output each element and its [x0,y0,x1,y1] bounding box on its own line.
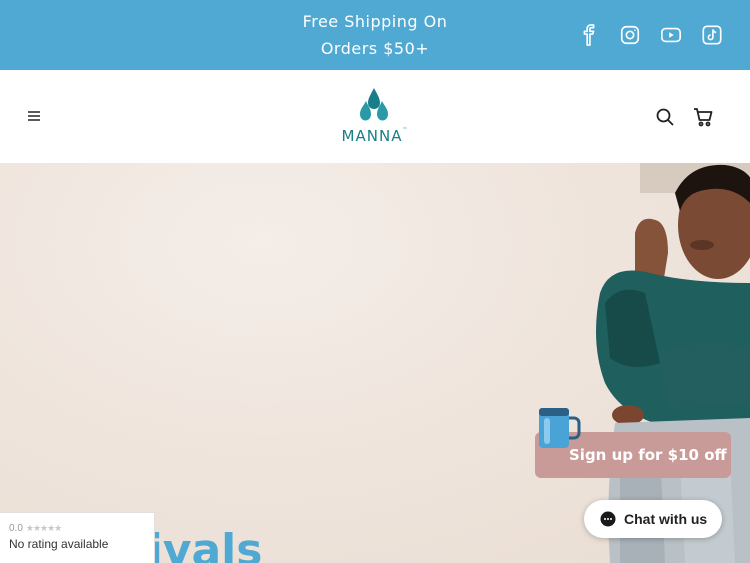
logo-wordmark: MANNA™ [341,127,409,145]
chat-label: Chat with us [624,511,708,527]
announcement-line-2: Orders $50+ [320,39,430,58]
instagram-icon[interactable] [619,24,641,46]
chat-button[interactable]: Chat with us [584,500,722,538]
star-rating-icon: ★★★★★ [25,523,62,533]
facebook-icon[interactable] [578,24,600,46]
manna-logo[interactable]: MANNA™ [335,87,415,149]
rating-status-text: No rating available [9,537,109,551]
search-icon[interactable] [655,107,675,127]
announcement-line-1: Free Shipping On [302,12,448,31]
cart-icon[interactable] [692,106,714,128]
announcement-text: Free Shipping On Orders $50+ [275,8,475,62]
tiktok-icon[interactable] [701,24,723,46]
menu-icon[interactable] [26,108,42,124]
water-drop-logo-icon [360,88,388,121]
rating-widget[interactable]: 0.0 ★★★★★ No rating available [0,512,155,563]
youtube-icon[interactable] [660,24,682,46]
rating-score: 0.0 [9,523,23,534]
site-header: MANNA™ [0,70,750,163]
announcement-bar: Free Shipping On Orders $50+ [0,0,750,70]
mug-icon [539,408,581,448]
chat-bubble-icon [600,511,616,527]
